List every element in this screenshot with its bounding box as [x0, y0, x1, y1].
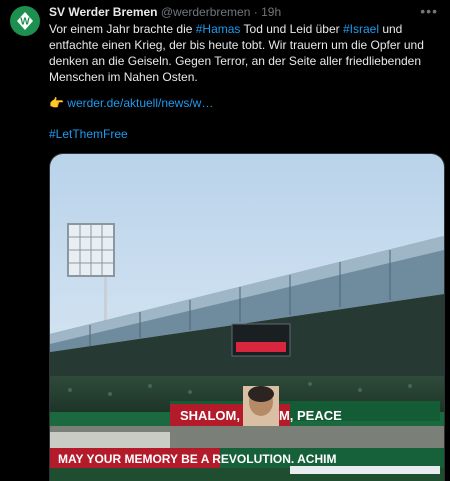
- hashtag-hamas[interactable]: #Hamas: [196, 22, 241, 36]
- werder-logo-icon: W: [17, 12, 33, 30]
- link-line: 👉 werder.de/aktuell/news/w…: [49, 96, 213, 110]
- more-horizontal-icon: •••: [420, 3, 438, 19]
- banner-lower-text: MAY YOUR MEMORY BE A REVOLUTION. ACHIM: [58, 452, 336, 466]
- pointing-hand-icon: 👉: [49, 96, 68, 110]
- tweet-image[interactable]: SHALOM, SALAM, PEACE MAY YOUR MEMORY BE …: [49, 153, 445, 481]
- tweet-text-part: Tod und Leid über: [240, 22, 343, 36]
- separator: ·: [253, 5, 258, 19]
- stadium-photo: SHALOM, SALAM, PEACE MAY YOUR MEMORY BE …: [50, 154, 444, 481]
- hashtag-israel[interactable]: #Israel: [343, 22, 379, 36]
- author-handle[interactable]: @werderbremen: [161, 5, 251, 19]
- tweet-header: SV Werder Bremen @werderbremen · 19h: [49, 5, 281, 19]
- avatar[interactable]: W: [10, 6, 40, 36]
- tweet-time[interactable]: 19h: [261, 5, 281, 19]
- svg-text:W: W: [20, 17, 30, 28]
- more-options-button[interactable]: •••: [420, 3, 438, 19]
- tweet-text-part: Vor einem Jahr brachte die: [49, 22, 196, 36]
- hashtag-letthemfree[interactable]: #LetThemFree: [49, 127, 128, 141]
- tweet-text: Vor einem Jahr brachte die #Hamas Tod un…: [49, 21, 439, 85]
- news-link[interactable]: werder.de/aktuell/news/w…: [67, 96, 213, 110]
- author-name[interactable]: SV Werder Bremen: [49, 5, 158, 19]
